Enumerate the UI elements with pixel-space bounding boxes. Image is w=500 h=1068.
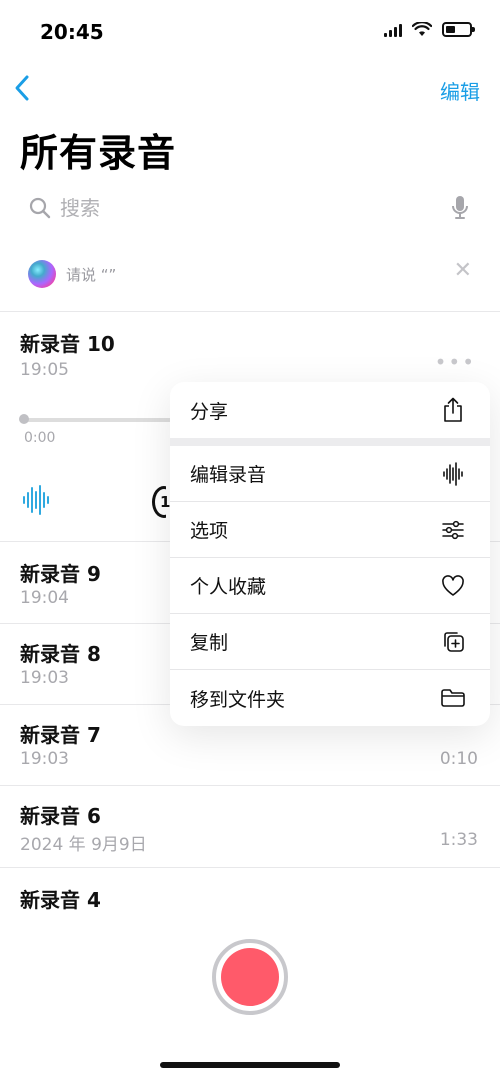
close-icon[interactable]: ✕ [454, 258, 472, 283]
siri-icon [28, 260, 56, 288]
recording-time: 19:03 [20, 668, 69, 688]
home-indicator[interactable] [160, 1062, 340, 1068]
recording-time: 19:03 [20, 749, 69, 769]
wifi-icon [412, 22, 432, 36]
recording-duration: 1:33 [439, 830, 478, 850]
menu-label-favorite: 个人收藏 [190, 576, 267, 598]
duplicate-icon [440, 629, 466, 655]
siri-hint: 请说 “” [66, 266, 117, 284]
menu-item-edit-recording[interactable]: 编辑录音 [170, 446, 490, 502]
microphone-icon[interactable] [450, 194, 470, 222]
menu-label-share: 分享 [190, 400, 229, 423]
record-button[interactable] [212, 939, 288, 1015]
recording-title: 新录音 4 [20, 888, 101, 912]
recording-title: 新录音 7 [20, 723, 101, 747]
menu-item-move-to-folder[interactable]: 移到文件夹 [170, 670, 490, 726]
menu-item-options[interactable]: 选项 [170, 502, 490, 558]
playback-scrubber[interactable] [22, 418, 172, 422]
recording-row[interactable]: 新录音 6 2024 年 9月9日 1:33 [0, 786, 500, 868]
heart-icon [440, 573, 466, 599]
waveform-icon [440, 461, 466, 487]
recording-time: 19:04 [20, 588, 69, 608]
recording-title: 新录音 6 [20, 804, 101, 828]
sliders-icon [440, 517, 466, 543]
recording-time: 19:05 [20, 360, 69, 380]
menu-label-duplicate: 复制 [190, 632, 229, 654]
menu-item-favorite[interactable]: 个人收藏 [170, 558, 490, 614]
menu-label-options: 选项 [190, 520, 229, 542]
skip-back-label: 1 [160, 493, 171, 511]
recording-title: 新录音 9 [20, 562, 101, 586]
context-menu: 分享 编辑录音 选项 个人收藏 复制 移到文件夹 [170, 382, 490, 726]
search-icon [29, 197, 51, 219]
search-input[interactable] [60, 192, 430, 224]
search-bar [20, 188, 480, 228]
page-title: 所有录音 [20, 131, 177, 175]
menu-label-edit-recording: 编辑录音 [190, 464, 267, 486]
menu-item-duplicate[interactable]: 复制 [170, 614, 490, 670]
chevron-left-icon [15, 75, 29, 101]
menu-separator [170, 438, 490, 446]
folder-icon [440, 685, 466, 711]
record-button-inner [221, 948, 279, 1006]
share-icon [440, 397, 466, 423]
siri-suggestion[interactable]: 请说 “” ✕ [0, 250, 500, 312]
battery-level [446, 26, 455, 33]
recording-title: 新录音 10 [20, 332, 115, 356]
cellular-signal-icon [384, 23, 402, 37]
menu-label-move-to-folder: 移到文件夹 [190, 688, 286, 711]
battery-icon [442, 22, 475, 37]
recording-time: 2024 年 9月9日 [20, 835, 147, 855]
menu-item-share[interactable]: 分享 [170, 382, 490, 438]
recording-row[interactable]: 新录音 4 [0, 868, 500, 928]
edit-button[interactable]: 编辑 [440, 76, 480, 105]
status-icons [384, 22, 475, 37]
waveform-icon[interactable] [22, 484, 50, 516]
status-time: 20:45 [40, 20, 104, 44]
more-options-icon[interactable]: ••• [435, 350, 476, 374]
playback-current-time: 0:00 [24, 430, 56, 446]
scrubber-knob[interactable] [19, 414, 29, 424]
recording-title: 新录音 8 [20, 642, 101, 666]
back-button[interactable] [10, 70, 40, 106]
status-bar: 20:45 [0, 0, 500, 62]
recording-duration: 0:10 [439, 749, 478, 769]
